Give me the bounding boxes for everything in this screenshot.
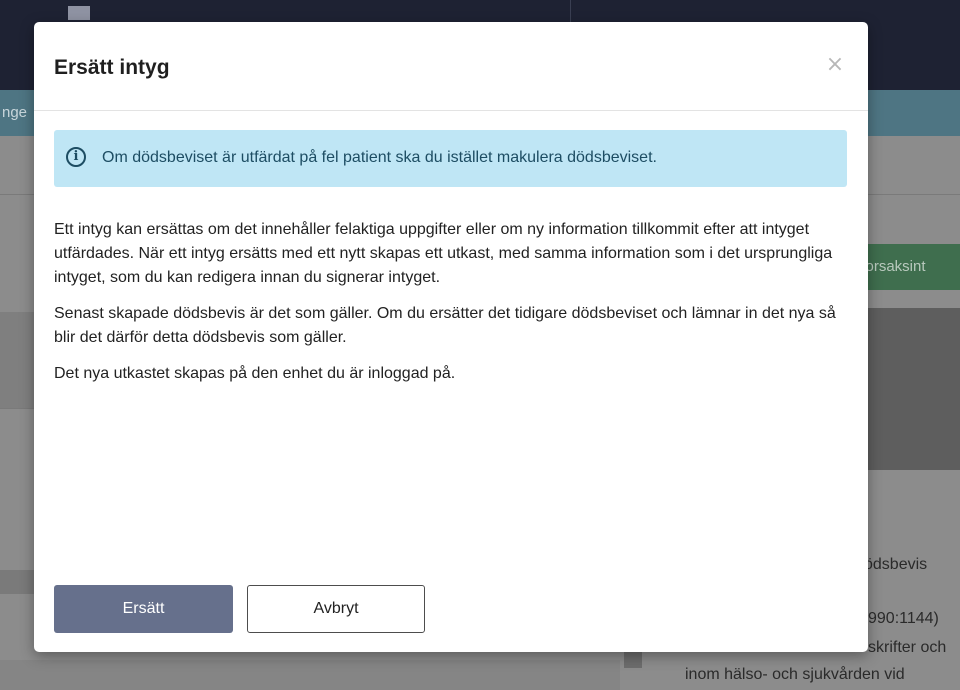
background-text: 990:1144) bbox=[868, 610, 939, 627]
background-panel bbox=[0, 570, 34, 594]
dialog-body: Ett intyg kan ersättas om det innehåller… bbox=[54, 218, 844, 398]
background-panel bbox=[0, 660, 620, 690]
body-paragraph: Senast skapade dödsbevis är det som gäll… bbox=[54, 305, 836, 346]
info-icon: i bbox=[66, 147, 86, 167]
dialog-title: Ersätt intyg bbox=[54, 56, 170, 79]
background-text: skrifter och bbox=[868, 639, 947, 656]
background-scroll-handle bbox=[624, 650, 642, 668]
background-text: inom hälso- och sjukvården vid bbox=[685, 666, 905, 683]
cancel-button[interactable]: Avbryt bbox=[247, 585, 425, 633]
app-logo-icon bbox=[68, 6, 90, 20]
body-paragraph: Ett intyg kan ersättas om det innehåller… bbox=[54, 221, 833, 286]
info-alert: i Om dödsbeviset är utfärdat på fel pati… bbox=[54, 130, 847, 187]
info-alert-text: Om dödsbeviset är utfärdat på fel patien… bbox=[102, 149, 657, 166]
replace-certificate-dialog: Ersätt intyg × i Om dödsbeviset är utfär… bbox=[34, 22, 868, 652]
background-text: ödsbevis bbox=[864, 556, 928, 573]
replace-button[interactable]: Ersätt bbox=[54, 585, 233, 633]
body-paragraph: Det nya utkastet skapas på den enhet du … bbox=[54, 365, 456, 382]
subheader-text: nge bbox=[2, 104, 28, 121]
close-button[interactable]: × bbox=[824, 54, 846, 76]
background-side-panel bbox=[868, 308, 960, 470]
dialog-header: Ersätt intyg × bbox=[34, 22, 868, 111]
background-panel bbox=[0, 312, 34, 408]
